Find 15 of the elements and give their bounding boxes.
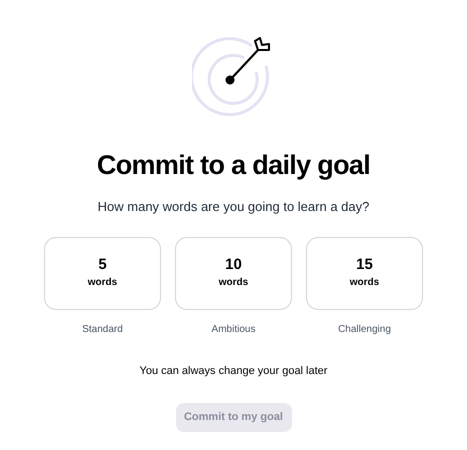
goal-card[interactable]: 10 words	[175, 236, 292, 310]
word-count: 15	[356, 256, 373, 275]
note: You can always change your goal later	[140, 364, 328, 378]
goal-card[interactable]: 15 words	[306, 236, 423, 310]
word-count: 5	[98, 256, 107, 275]
subtitle: How many words are you going to learn a day?	[98, 198, 370, 216]
level-label: Ambitious	[212, 322, 256, 336]
unit-label: words	[88, 276, 118, 290]
unit-label: words	[218, 276, 248, 290]
goal-card[interactable]: 5 words	[44, 236, 161, 310]
unit-label: words	[350, 276, 380, 290]
level-label: Standard	[82, 322, 123, 336]
word-count: 10	[225, 256, 242, 275]
title: Commit to a daily goal	[96, 152, 370, 179]
level-label: Challenging	[338, 322, 391, 336]
